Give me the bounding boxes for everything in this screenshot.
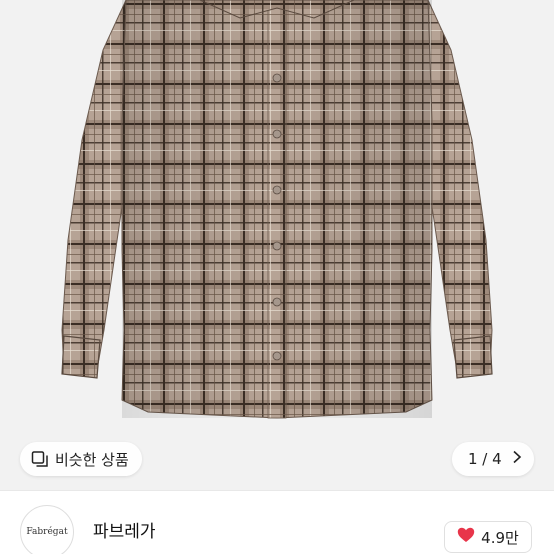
like-button[interactable]: 4.9만 xyxy=(444,521,532,553)
similar-products-button[interactable]: 비슷한 상품 xyxy=(20,442,142,476)
seller-name[interactable]: 파브레가 xyxy=(93,517,156,542)
seller-bar: Fabrégat 파브레가 4.9만 xyxy=(0,490,554,554)
image-pager[interactable]: 1 / 4 xyxy=(452,442,534,476)
chevron-right-icon[interactable] xyxy=(512,450,522,468)
pager-label: 1 / 4 xyxy=(468,450,502,468)
product-image-gallery[interactable]: 비슷한 상품 1 / 4 xyxy=(0,0,554,490)
similar-products-label: 비슷한 상품 xyxy=(55,450,129,469)
product-image xyxy=(61,0,493,419)
similar-products-icon xyxy=(31,450,49,468)
seller-logo-text: Fabrégat xyxy=(26,527,68,537)
seller-logo[interactable]: Fabrégat xyxy=(20,505,74,554)
like-count: 4.9만 xyxy=(481,528,519,547)
heart-icon xyxy=(457,527,475,547)
